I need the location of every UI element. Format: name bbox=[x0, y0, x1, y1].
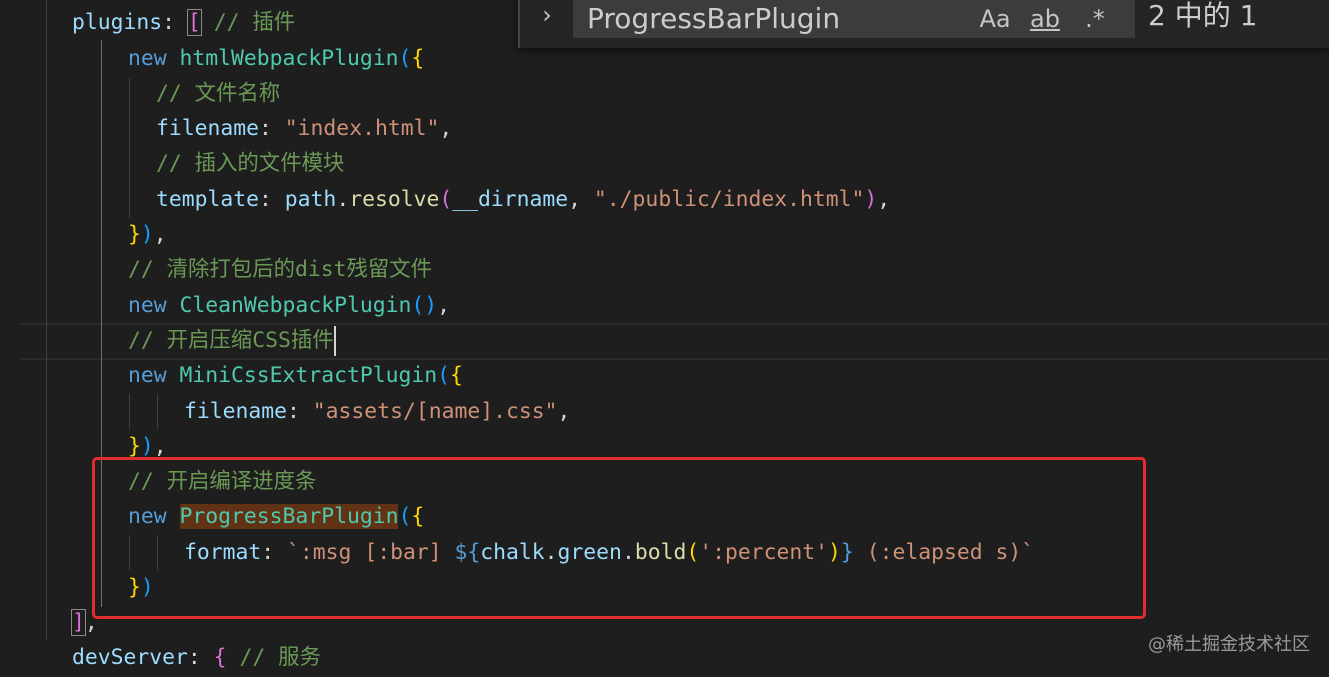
annotation-highlight-box bbox=[92, 457, 1146, 619]
token-property: filename bbox=[156, 116, 260, 141]
token-bracket: () bbox=[411, 293, 438, 318]
matched-bracket: [ bbox=[186, 9, 202, 36]
text-cursor bbox=[333, 326, 336, 356]
indent-guide bbox=[46, 0, 47, 640]
token-bracket: } bbox=[128, 434, 141, 459]
token-punctuation: , bbox=[153, 222, 167, 247]
token-string: "assets/[name].css" bbox=[312, 399, 558, 424]
code-line[interactable]: // 插入的文件模块 bbox=[156, 146, 344, 181]
code-line[interactable]: }), bbox=[128, 217, 167, 252]
code-editor[interactable]: plugins: [ // 插件 new htmlWebpackPlugin({… bbox=[0, 0, 1329, 677]
code-line[interactable]: filename: "index.html", bbox=[156, 111, 452, 146]
token-bracket: ) bbox=[140, 222, 154, 247]
token-comment: // 插入的文件模块 bbox=[156, 151, 345, 176]
code-line[interactable]: // 清除打包后的dist残留文件 bbox=[128, 252, 432, 287]
find-result-count: 2 中的 1 bbox=[1148, 0, 1258, 32]
token-comment: // 服务 bbox=[226, 645, 321, 670]
token-keyword: new bbox=[128, 363, 167, 388]
token-punctuation: , bbox=[437, 293, 450, 318]
chevron-right-icon[interactable]: › bbox=[532, 0, 562, 32]
token-punctuation: , bbox=[557, 399, 571, 424]
indent-guide bbox=[129, 78, 130, 218]
token-punctuation: : bbox=[259, 116, 285, 141]
matched-bracket: ] bbox=[71, 609, 86, 636]
code-line[interactable]: // 文件名称 bbox=[156, 76, 280, 111]
token-punctuation: : bbox=[259, 187, 285, 212]
regex-button[interactable]: .* bbox=[1075, 0, 1115, 38]
token-comment: // 清除打包后的dist残留文件 bbox=[128, 257, 433, 282]
code-line[interactable]: new htmlWebpackPlugin({ bbox=[128, 41, 424, 76]
match-case-button[interactable]: Aa bbox=[975, 0, 1015, 38]
token-comment: // 文件名称 bbox=[156, 81, 281, 106]
code-line[interactable]: devServer: { // 服务 bbox=[72, 640, 321, 675]
code-line[interactable]: plugins: [ // 插件 bbox=[72, 5, 295, 40]
code-line[interactable]: template: path.resolve(__dirname, "./pub… bbox=[156, 182, 890, 217]
token-keyword: new bbox=[128, 46, 167, 71]
token-variable: __dirname bbox=[452, 187, 569, 212]
token-bracket: ) bbox=[864, 187, 878, 212]
token-punctuation: , bbox=[877, 187, 891, 212]
whole-word-button[interactable]: ab bbox=[1025, 0, 1065, 38]
token-punctuation: , bbox=[439, 116, 453, 141]
token-property: devServer bbox=[72, 645, 188, 670]
code-line[interactable]: new CleanWebpackPlugin(), bbox=[128, 288, 450, 323]
token-bracket: ( bbox=[398, 46, 412, 71]
find-widget: › ProgressBarPlugin Aa ab .* 2 中的 1 bbox=[518, 0, 1329, 48]
token-class: MiniCssExtractPlugin bbox=[179, 363, 438, 388]
token-bracket: ( bbox=[437, 363, 450, 388]
token-function: resolve bbox=[349, 187, 440, 212]
indent-guide bbox=[129, 394, 130, 429]
token-bracket: { bbox=[450, 363, 463, 388]
token-comment: // 插件 bbox=[200, 10, 296, 35]
token-punctuation: . bbox=[336, 187, 350, 212]
token-bracket: { bbox=[411, 46, 425, 71]
token-comment: // 开启压缩CSS插件 bbox=[128, 328, 334, 353]
token-variable: path bbox=[284, 187, 337, 212]
token-punctuation: , bbox=[153, 434, 167, 459]
code-line[interactable]: new MiniCssExtractPlugin({ bbox=[128, 358, 463, 393]
token-bracket: ) bbox=[140, 434, 154, 459]
token-punctuation: : bbox=[162, 10, 188, 35]
token-class: CleanWebpackPlugin bbox=[179, 293, 412, 318]
token-string: "./public/index.html" bbox=[593, 187, 865, 212]
token-punctuation: : bbox=[287, 399, 313, 424]
token-bracket: ( bbox=[439, 187, 453, 212]
watermark: @稀土掘金技术社区 bbox=[1148, 634, 1310, 655]
token-property: template bbox=[156, 187, 260, 212]
token-punctuation: : bbox=[187, 645, 214, 670]
indent-guide bbox=[157, 394, 158, 429]
token-keyword: new bbox=[128, 293, 167, 318]
find-options: Aa ab .* bbox=[975, 0, 1115, 38]
code-line[interactable]: // 开启压缩CSS插件 bbox=[128, 323, 336, 358]
token-bracket: } bbox=[128, 222, 141, 247]
token-bracket: { bbox=[213, 645, 227, 670]
token-property: filename bbox=[184, 399, 288, 424]
token-property: plugins bbox=[72, 10, 163, 35]
token-punctuation: , bbox=[568, 187, 594, 212]
code-line[interactable]: filename: "assets/[name].css", bbox=[184, 394, 570, 429]
token-class: htmlWebpackPlugin bbox=[179, 46, 399, 71]
token-string: "index.html" bbox=[284, 116, 440, 141]
